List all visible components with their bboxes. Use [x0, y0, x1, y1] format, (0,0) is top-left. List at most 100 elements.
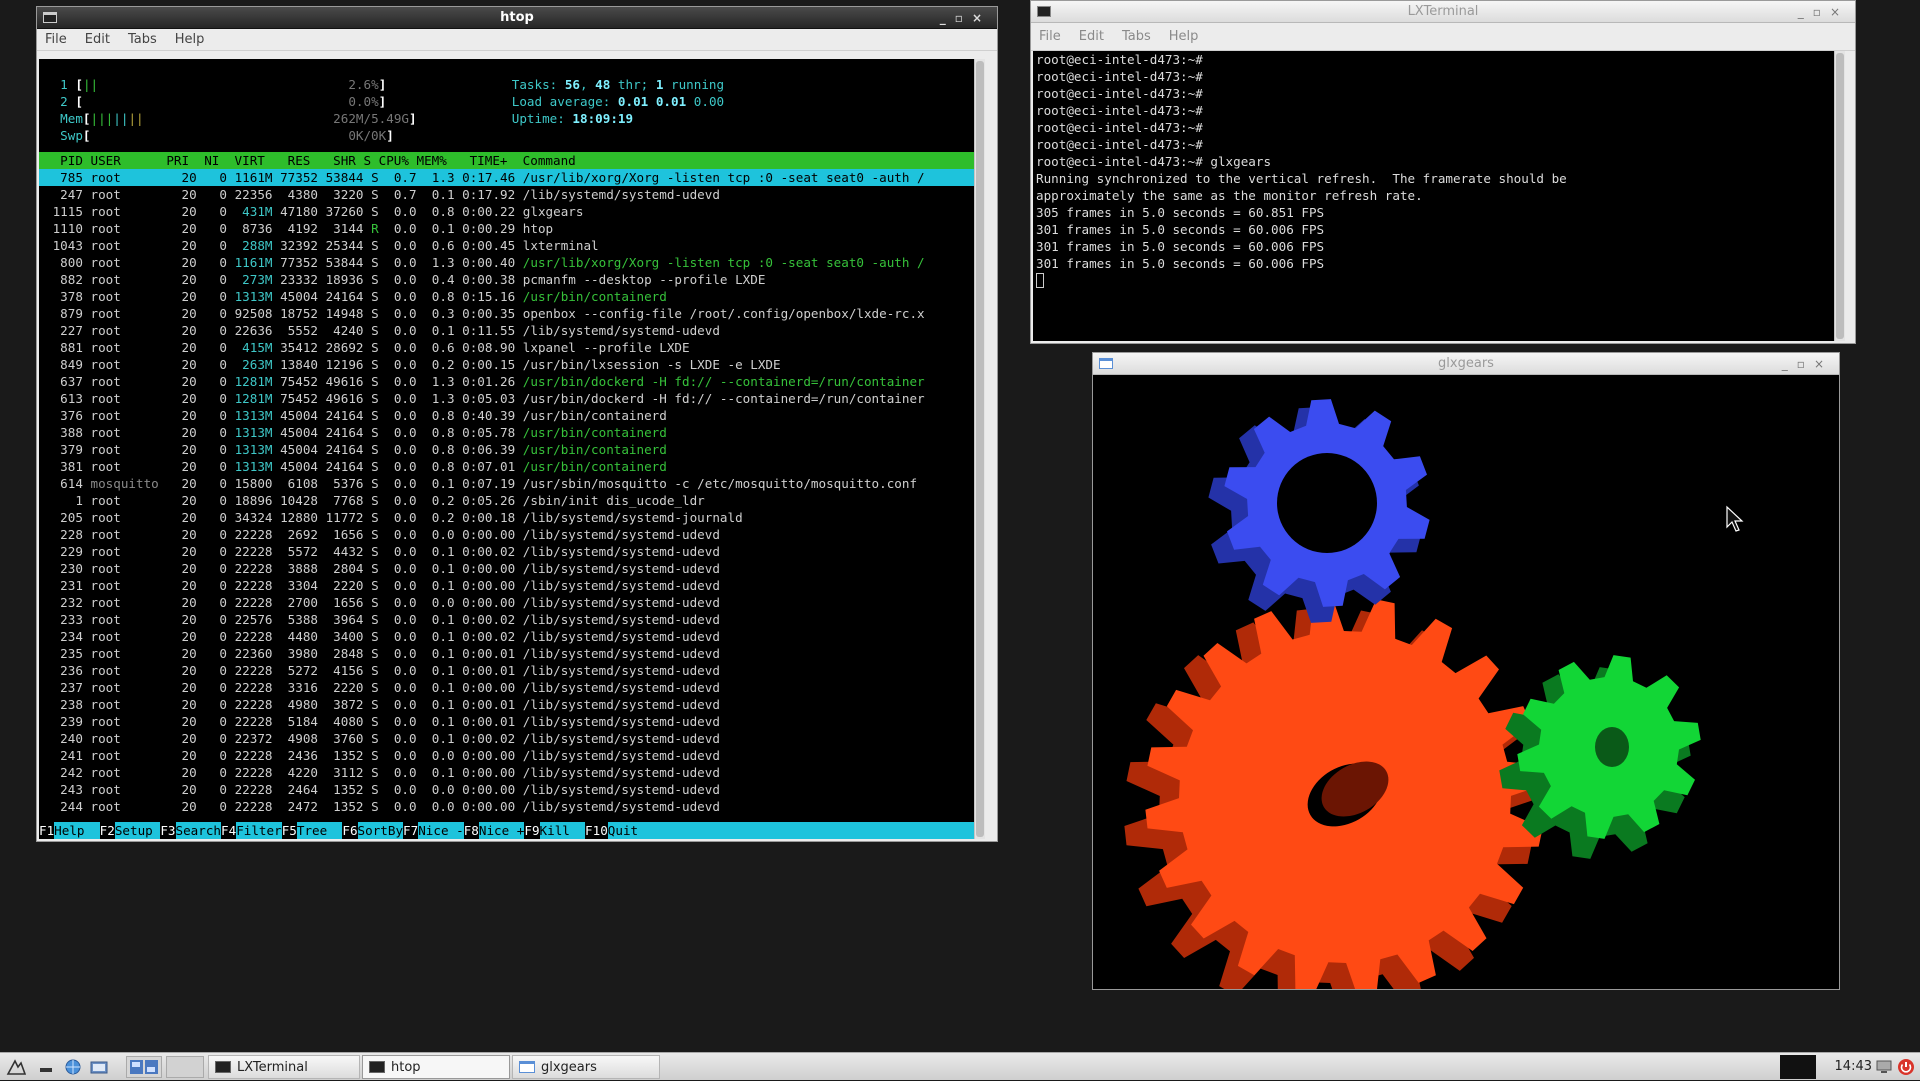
- process-list[interactable]: 785 root 20 0 1161M 77352 53844 S 0.7 1.…: [39, 169, 985, 815]
- process-row[interactable]: 388 root 20 0 1313M 45004 24164 S 0.0 0.…: [45, 424, 985, 441]
- gears-render-area[interactable]: [1093, 375, 1839, 1018]
- cell-s: S: [363, 663, 379, 678]
- process-row[interactable]: 234 root 20 0 22228 4480 3400 S 0.0 0.1 …: [45, 628, 985, 645]
- process-row[interactable]: 849 root 20 0 263M 13840 12196 S 0.0 0.2…: [45, 356, 985, 373]
- fkey-f7[interactable]: F7 Nice -: [403, 822, 464, 839]
- cell-time: 0:00.00: [454, 799, 516, 814]
- file-manager-launcher[interactable]: [88, 1056, 110, 1078]
- process-row[interactable]: 247 root 20 0 22356 4380 3220 S 0.7 0.1 …: [45, 186, 985, 203]
- pager-workspace-2[interactable]: [166, 1056, 204, 1078]
- process-row[interactable]: 205 root 20 0 34324 12880 11772 S 0.0 0.…: [45, 509, 985, 526]
- htop-titlebar[interactable]: htop _▫×: [37, 7, 997, 29]
- lxterminal-terminal[interactable]: root@eci-intel-d473:~# root@eci-intel-d47…: [1033, 51, 1845, 341]
- close-icon[interactable]: ×: [972, 11, 991, 25]
- fkey-f4[interactable]: F4 Filter: [221, 822, 282, 839]
- process-row[interactable]: 235 root 20 0 22360 3980 2848 S 0.0 0.1 …: [45, 645, 985, 662]
- lxterminal-scrollbar[interactable]: [1834, 51, 1845, 341]
- task-htop[interactable]: htop: [362, 1055, 510, 1079]
- process-row[interactable]: 1043 root 20 0 288M 32392 25344 S 0.0 0.…: [45, 237, 985, 254]
- minimize-icon[interactable]: _: [1782, 357, 1797, 371]
- process-row[interactable]: 614 mosquitto 20 0 15800 6108 5376 S 0.0…: [45, 475, 985, 492]
- process-row[interactable]: 1 root 20 0 18896 10428 7768 S 0.0 0.2 0…: [45, 492, 985, 509]
- process-row[interactable]: 879 root 20 0 92508 18752 14948 S 0.0 0.…: [45, 305, 985, 322]
- task-lxterminal[interactable]: LXTerminal: [208, 1055, 360, 1079]
- fkey-f8[interactable]: F8 Nice +: [464, 822, 525, 839]
- cell-res: 12880: [272, 510, 319, 525]
- fkey-f10[interactable]: F10 Quit: [585, 822, 654, 839]
- htop-window[interactable]: htop _▫× File Edit Tabs Help 1 [|| 2.6%]…: [36, 6, 998, 842]
- process-row[interactable]: 378 root 20 0 1313M 45004 24164 S 0.0 0.…: [45, 288, 985, 305]
- fkey-f3[interactable]: F3 Search: [160, 822, 222, 839]
- clock[interactable]: 14:43: [1835, 1053, 1872, 1081]
- process-table-header[interactable]: PID USER PRI NI VIRT RES SHR S CPU% MEM%…: [39, 152, 985, 169]
- cell-pri: 20: [166, 765, 197, 780]
- process-row[interactable]: 238 root 20 0 22228 4980 3872 S 0.0 0.1 …: [45, 696, 985, 713]
- tray-network[interactable]: [1874, 1056, 1894, 1078]
- fkey-f5[interactable]: F5 Tree: [282, 822, 343, 839]
- menu-help[interactable]: Help: [175, 32, 205, 47]
- system-monitor-applet[interactable]: [1780, 1055, 1816, 1079]
- menu-file[interactable]: File: [45, 32, 67, 47]
- cell-s: S: [363, 799, 379, 814]
- maximize-icon[interactable]: ▫: [1797, 357, 1814, 371]
- process-row[interactable]: 881 root 20 0 415M 35412 28692 S 0.0 0.6…: [45, 339, 985, 356]
- process-row[interactable]: 236 root 20 0 22228 5272 4156 S 0.0 0.1 …: [45, 662, 985, 679]
- minimize-icon[interactable]: _: [940, 11, 955, 25]
- process-row[interactable]: 237 root 20 0 22228 3316 2220 S 0.0 0.1 …: [45, 679, 985, 696]
- glxgears-window[interactable]: glxgears _▫×: [1092, 352, 1840, 1018]
- desktop-pager[interactable]: [126, 1056, 162, 1078]
- process-row[interactable]: 230 root 20 0 22228 3888 2804 S 0.0 0.1 …: [45, 560, 985, 577]
- process-row[interactable]: 637 root 20 0 1281M 75452 49616 S 0.0 1.…: [45, 373, 985, 390]
- menu-edit[interactable]: Edit: [1079, 29, 1104, 44]
- process-row[interactable]: 240 root 20 0 22372 4908 3760 S 0.0 0.1 …: [45, 730, 985, 747]
- task-glxgears[interactable]: glxgears: [512, 1055, 660, 1079]
- process-row[interactable]: 800 root 20 0 1161M 77352 53844 S 0.0 1.…: [45, 254, 985, 271]
- minimize-icon[interactable]: _: [1798, 5, 1813, 19]
- htop-terminal[interactable]: 1 [|| 2.6%] Tasks: 56, 48 thr; 1 running…: [39, 59, 985, 839]
- menu-file[interactable]: File: [1039, 29, 1061, 44]
- start-menu-button[interactable]: [4, 1056, 28, 1078]
- menu-tabs[interactable]: Tabs: [1122, 29, 1151, 44]
- process-row[interactable]: 381 root 20 0 1313M 45004 24164 S 0.0 0.…: [45, 458, 985, 475]
- lxterminal-window[interactable]: LXTerminal _▫× File Edit Tabs Help root@…: [1030, 0, 1856, 344]
- process-row[interactable]: 785 root 20 0 1161M 77352 53844 S 0.7 1.…: [39, 169, 985, 186]
- maximize-icon[interactable]: ▫: [955, 11, 972, 25]
- process-row[interactable]: 232 root 20 0 22228 2700 1656 S 0.0 0.0 …: [45, 594, 985, 611]
- cell-virt: 22228: [227, 527, 273, 542]
- process-row[interactable]: 244 root 20 0 22228 2472 1352 S 0.0 0.0 …: [45, 798, 985, 815]
- cell-pid: 243: [45, 782, 83, 797]
- cell-pid: 247: [45, 187, 83, 202]
- browser-launcher[interactable]: [62, 1056, 84, 1078]
- close-icon[interactable]: ×: [1814, 357, 1833, 371]
- process-row[interactable]: 242 root 20 0 22228 4220 3112 S 0.0 0.1 …: [45, 764, 985, 781]
- menu-edit[interactable]: Edit: [85, 32, 110, 47]
- glxgears-titlebar[interactable]: glxgears _▫×: [1093, 353, 1839, 375]
- process-row[interactable]: 1115 root 20 0 431M 47180 37260 S 0.0 0.…: [45, 203, 985, 220]
- menu-tabs[interactable]: Tabs: [128, 32, 157, 47]
- fkey-f1[interactable]: F1 Help: [39, 822, 100, 839]
- process-row[interactable]: 1110 root 20 0 8736 4192 3144 R 0.0 0.1 …: [45, 220, 985, 237]
- process-row[interactable]: 231 root 20 0 22228 3304 2220 S 0.0 0.1 …: [45, 577, 985, 594]
- tray-logout[interactable]: [1896, 1056, 1916, 1078]
- minimize-all-button[interactable]: [36, 1056, 58, 1078]
- lxterminal-titlebar[interactable]: LXTerminal _▫×: [1031, 1, 1855, 23]
- process-row[interactable]: 229 root 20 0 22228 5572 4432 S 0.0 0.1 …: [45, 543, 985, 560]
- process-row[interactable]: 241 root 20 0 22228 2436 1352 S 0.0 0.0 …: [45, 747, 985, 764]
- maximize-icon[interactable]: ▫: [1813, 5, 1830, 19]
- fkey-f9[interactable]: F9 Kill: [524, 822, 586, 839]
- process-row[interactable]: 227 root 20 0 22636 5552 4240 S 0.0 0.1 …: [45, 322, 985, 339]
- fkey-f2[interactable]: F2 Setup: [100, 822, 161, 839]
- cell-cpu: 0.0: [378, 578, 417, 593]
- process-row[interactable]: 379 root 20 0 1313M 45004 24164 S 0.0 0.…: [45, 441, 985, 458]
- process-row[interactable]: 233 root 20 0 22576 5388 3964 S 0.0 0.1 …: [45, 611, 985, 628]
- process-row[interactable]: 243 root 20 0 22228 2464 1352 S 0.0 0.0 …: [45, 781, 985, 798]
- fkey-f6[interactable]: F6 SortBy: [342, 822, 404, 839]
- process-row[interactable]: 613 root 20 0 1281M 75452 49616 S 0.0 1.…: [45, 390, 985, 407]
- process-row[interactable]: 882 root 20 0 273M 23332 18936 S 0.0 0.4…: [45, 271, 985, 288]
- htop-scrollbar[interactable]: [974, 59, 985, 839]
- process-row[interactable]: 228 root 20 0 22228 2692 1656 S 0.0 0.0 …: [45, 526, 985, 543]
- process-row[interactable]: 239 root 20 0 22228 5184 4080 S 0.0 0.1 …: [45, 713, 985, 730]
- process-row[interactable]: 376 root 20 0 1313M 45004 24164 S 0.0 0.…: [45, 407, 985, 424]
- menu-help[interactable]: Help: [1169, 29, 1199, 44]
- close-icon[interactable]: ×: [1830, 5, 1849, 19]
